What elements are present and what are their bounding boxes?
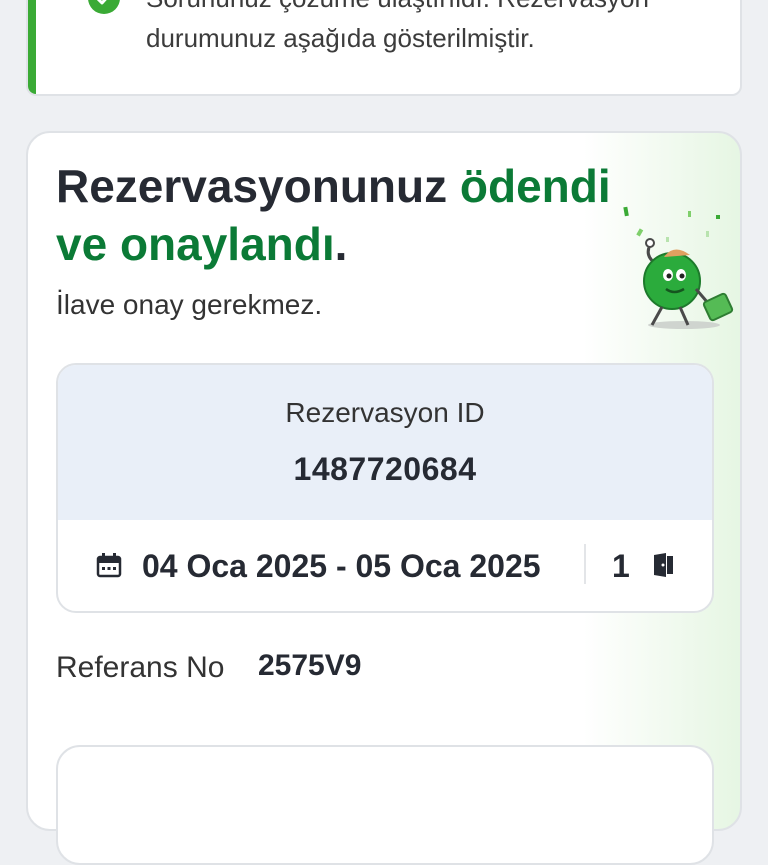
room-count: 1: [612, 548, 630, 584]
door-icon: [654, 553, 673, 577]
check-circle-icon: [88, 0, 120, 14]
reservation-details-box: Rezervasyon ID 1487720684 04 Oca 2025 - …: [56, 363, 714, 613]
celebrating-mascot-illustration: [623, 206, 734, 329]
status-headline: Rezervasyonunuz ödendi ve onaylandı.: [56, 157, 646, 273]
headline-end: .: [334, 218, 348, 270]
reservation-id-section: Rezervasyon ID 1487720684: [58, 365, 712, 520]
reference-value: 2575V9: [258, 649, 362, 682]
reservation-id-value: 1487720684: [293, 451, 477, 487]
next-section-box: [56, 745, 714, 865]
notice-accent-bar: [28, 0, 36, 94]
reference-label: Referans No: [56, 651, 225, 684]
status-subtext: İlave onay gerekmez.: [56, 289, 323, 320]
resolution-notice: Sorununuz çözüme ulaştırıldı. Rezervasyo…: [26, 0, 742, 96]
reservation-status-card: Rezervasyonunuz ödendi ve onaylandı. İla…: [26, 131, 742, 865]
stay-dates: 04 Oca 2025 - 05 Oca 2025: [142, 548, 541, 584]
calendar-icon: [96, 553, 122, 578]
notice-text: Sorununuz çözüme ulaştırıldı. Rezervasyo…: [146, 0, 649, 53]
reservation-id-label: Rezervasyon ID: [285, 397, 485, 428]
summary-divider: [584, 544, 586, 584]
headline-part1: Rezervasyonunuz: [56, 160, 460, 212]
stay-summary-row: 04 Oca 2025 - 05 Oca 2025 1: [58, 520, 712, 611]
